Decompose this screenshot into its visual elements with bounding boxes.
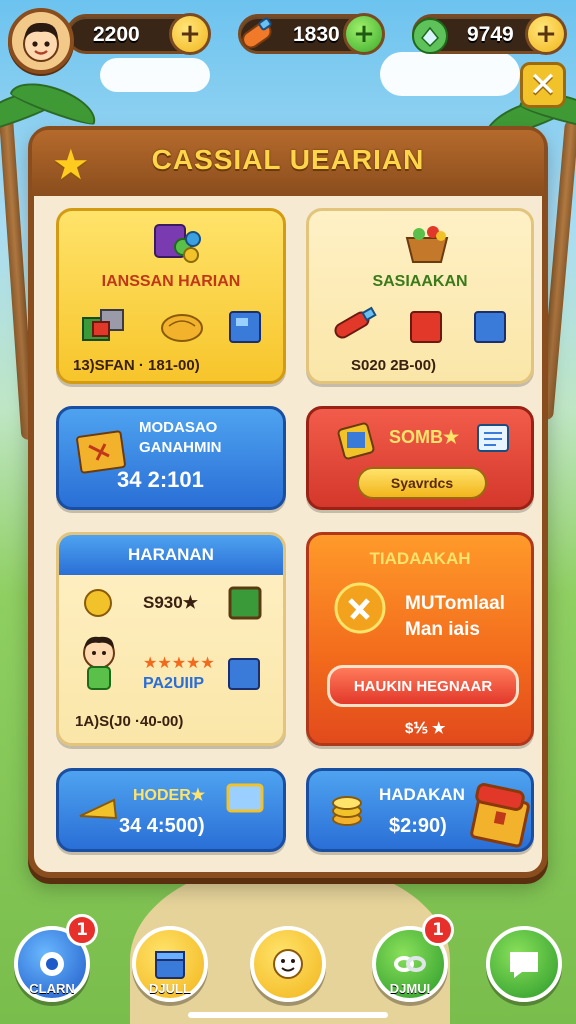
coin-counter: 2200 + — [66, 13, 211, 55]
card-price: 34 2:101 — [117, 467, 204, 492]
energy-value: 1830 — [293, 23, 340, 46]
card-sub-1: S930★ — [143, 593, 198, 612]
card-price: 34 4:500) — [119, 815, 205, 837]
gem-icon — [405, 11, 455, 61]
energy-counter: 1830 + — [238, 13, 385, 55]
basket-icon — [397, 217, 457, 269]
treasure-chest-icon — [467, 775, 531, 849]
panel-header: ★ CASSIAL UEARIAN — [32, 130, 544, 196]
add-energy-button[interactable]: + — [343, 13, 385, 55]
blue-block-icon — [463, 303, 519, 349]
shop-card-7[interactable]: HODER★ 34 4:500) — [56, 768, 286, 852]
box-icon — [155, 951, 185, 979]
nav-label: DJULL — [149, 981, 191, 996]
card-price: S020 2B-00) — [351, 357, 437, 374]
card-title: IANSSAN HARIAN — [101, 273, 241, 290]
top-bar: 2200 + 1830 + 9749 + — [6, 8, 570, 74]
gem-counter: 9749 + — [412, 13, 567, 55]
potion-icon — [231, 11, 281, 61]
tools-icon — [331, 579, 389, 637]
shop-card-3[interactable]: MODASAO GANAHMIN 34 2:101 — [56, 406, 286, 510]
card-sub-2: PA2UIIP — [143, 675, 205, 692]
red-block-icon — [399, 303, 455, 349]
tablet-icon — [223, 779, 267, 819]
camera-icon — [40, 952, 64, 976]
cheese-icon — [73, 789, 123, 829]
sun-coin-icon — [73, 583, 123, 623]
bottom-nav: CLARN 1 DJULL DJMUI 1 — [0, 894, 576, 1024]
shop-card-5[interactable]: HARANAN S930★ ★★★★★ PA2UIIP 1A)S(J0 ·40-… — [56, 532, 286, 746]
shop-card-8[interactable]: HADAKAN $2:90) — [306, 768, 534, 852]
crate-icon — [77, 303, 131, 349]
card-action-button[interactable]: Syavrdcs — [357, 467, 487, 499]
panel-title: CASSIAL UEARIAN — [151, 144, 425, 175]
shop-card-2[interactable]: SASIAAKAN S020 2B-00) — [306, 208, 534, 384]
palm-leaf — [8, 73, 102, 129]
home-indicator[interactable] — [188, 1012, 388, 1018]
chain-link-icon — [394, 956, 426, 972]
card-price: 13)SFAN · 181-00) — [73, 357, 200, 374]
card-title: SASIAAKAN — [372, 273, 468, 290]
phone-icon — [329, 419, 383, 465]
gem-value: 9749 — [467, 23, 514, 46]
card-title: TIADAAKAH — [369, 549, 471, 568]
notification-badge: 1 — [66, 914, 98, 946]
coin-stack-icon — [323, 789, 371, 833]
blue-block-icon — [219, 303, 273, 349]
picture-icon — [223, 581, 267, 625]
card-title-line1: MODASAO — [139, 419, 218, 436]
shop-panel: ★ CASSIAL UEARIAN IANSSAN HARIAN 13)SFAN… — [28, 126, 548, 878]
player-avatar[interactable] — [8, 8, 74, 74]
nav-label: DJMUI — [389, 981, 431, 996]
close-icon: ✕ — [528, 65, 558, 105]
chat-bubble-icon — [510, 952, 538, 978]
card-line-2: Man iais — [405, 619, 480, 640]
shop-card-1[interactable]: IANSSAN HARIAN 13)SFAN · 181-00) — [56, 208, 286, 384]
nav-chat-button[interactable] — [486, 926, 562, 1002]
add-gems-button[interactable]: + — [525, 13, 567, 55]
card-title: HARANAN — [128, 545, 214, 564]
card-price: 1A)S(J0 ·40-00) — [75, 713, 184, 730]
shop-card-6[interactable]: TIADAAKAH MUTomlaal Man iais HAUKIN HEGN… — [306, 532, 534, 746]
card-line-1: MUTomlaal — [405, 593, 505, 614]
card-action-button[interactable]: HAUKIN HEGNAAR — [327, 665, 519, 707]
add-coins-button[interactable]: + — [169, 13, 211, 55]
scroll-icon — [471, 419, 515, 459]
rating-stars: ★★★★★ — [143, 653, 215, 672]
coin-value: 2200 — [93, 23, 140, 46]
nav-home-button[interactable] — [250, 926, 326, 1002]
card-title-line2: GANAHMIN — [139, 439, 222, 456]
cloud — [100, 58, 210, 92]
gift-box-icon — [147, 217, 207, 267]
shop-card-4[interactable]: SOMB★ Syavrdcs — [306, 406, 534, 510]
boy-character-icon — [69, 629, 129, 699]
bread-icon — [155, 303, 209, 349]
close-button[interactable]: ✕ — [520, 62, 566, 108]
smiley-sun-icon — [273, 949, 303, 979]
notification-badge: 1 — [422, 914, 454, 946]
potion-icon — [325, 303, 381, 349]
panel-body: IANSSAN HARIAN 13)SFAN · 181-00) SASIAAK… — [48, 200, 534, 862]
boy-face-icon — [23, 22, 59, 62]
nav-label: CLARN — [29, 981, 75, 996]
blue-block-icon — [223, 651, 267, 695]
card-price: $2:90) — [389, 815, 447, 837]
card-footer: $⅕ ★ — [405, 720, 446, 737]
